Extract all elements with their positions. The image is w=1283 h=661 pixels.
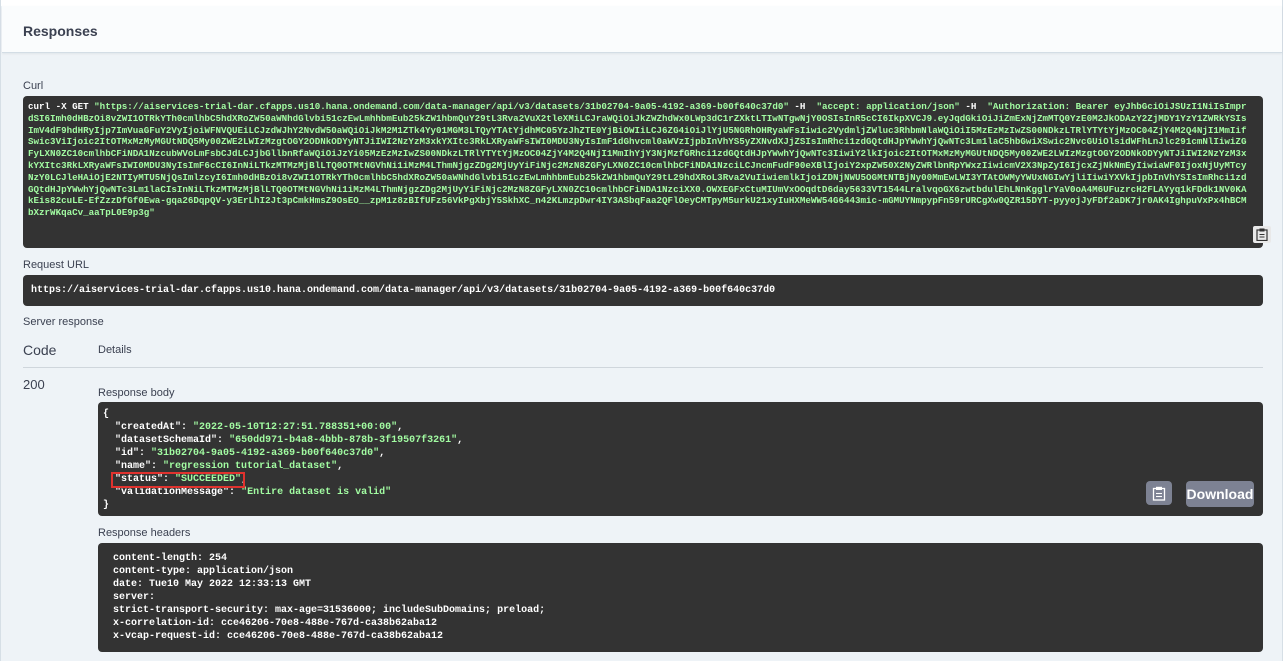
json-comma: , [457, 435, 464, 446]
curl-accept-header: "accept: application/json" [816, 101, 960, 112]
header-line: content-length: 254 [113, 553, 228, 564]
json-comma: , [397, 422, 404, 433]
curl-header-flag: -H [788, 101, 817, 112]
json-key: "id" [115, 448, 140, 459]
json-close-brace: } [103, 500, 110, 511]
copy-curl-button[interactable] [1253, 226, 1271, 243]
response-body-label: Response body [98, 387, 175, 399]
response-body-json: { "createdAt": "2022-05-10T12:27:51.7883… [103, 409, 464, 511]
json-comma: , [337, 461, 344, 472]
copy-response-button[interactable] [1146, 481, 1172, 505]
response-headers-box: content-length: 254 content-type: applic… [98, 543, 1263, 652]
json-comma: , [379, 448, 386, 459]
download-button[interactable]: Download [1186, 481, 1254, 507]
json-key: "datasetSchemaId" [115, 435, 218, 446]
header-line: date: Tue10 May 2022 12:33:13 GMT [113, 579, 312, 590]
curl-header-flag: -H [959, 101, 988, 112]
json-open-brace: { [103, 409, 110, 420]
header-line: strict-transport-security: max-age=31536… [113, 605, 546, 616]
curl-prefix: curl -X GET [28, 101, 95, 112]
curl-authorization-header: "Authorization: Bearer eyJhbGciOiJSUzI1N… [28, 101, 1247, 219]
json-key: "createdAt" [115, 422, 182, 433]
json-key: "name" [115, 461, 152, 472]
code-column-header: Code [23, 342, 57, 358]
header-line: x-correlation-id: cce46206-70e8-488e-767… [113, 618, 438, 629]
divider [23, 367, 1263, 368]
header-line: server: [113, 592, 156, 603]
header-line: content-type: application/json [113, 566, 294, 577]
json-value: "regression tutorial_dataset" [163, 461, 338, 472]
responses-panel: Responses Curl curl -X GET "https://aise… [0, 0, 1283, 661]
clipboard-icon [1152, 486, 1166, 501]
json-value: "650dd971-b4a8-4bbb-878b-3f19507f3261" [229, 435, 458, 446]
status-highlight-box [111, 472, 245, 488]
curl-command: curl -X GET "https://aiservices-trial-da… [28, 101, 1250, 219]
response-status-code: 200 [23, 377, 45, 392]
curl-label: Curl [23, 80, 44, 92]
response-body-box: { "createdAt": "2022-05-10T12:27:51.7883… [98, 402, 1263, 516]
details-column-header: Details [98, 344, 132, 356]
json-value: "Entire dataset is valid" [241, 487, 392, 498]
responses-header: Responses [2, 6, 1282, 53]
server-response-label: Server response [23, 316, 104, 328]
request-url-box: https://aiservices-trial-dar.cfapps.us10… [23, 275, 1263, 306]
request-url-label: Request URL [23, 259, 90, 271]
responses-title: Responses [23, 23, 98, 39]
request-url: https://aiservices-trial-dar.cfapps.us10… [31, 285, 776, 296]
json-value: "31b02704-9a05-4192-a369-b00f640c37d0" [151, 448, 380, 459]
response-headers-list: content-length: 254 content-type: applic… [113, 552, 545, 643]
curl-url: "https://aiservices-trial-dar.cfapps.us1… [94, 101, 789, 112]
curl-command-box: curl -X GET "https://aiservices-trial-da… [23, 96, 1271, 248]
json-key: "validationMessage" [115, 487, 230, 498]
header-line: x-vcap-request-id: cce46206-70e8-488e-76… [113, 631, 444, 642]
json-value: "2022-05-10T12:27:51.788351+00:00" [193, 422, 398, 433]
clipboard-icon [1256, 228, 1268, 241]
response-headers-label: Response headers [98, 527, 191, 539]
